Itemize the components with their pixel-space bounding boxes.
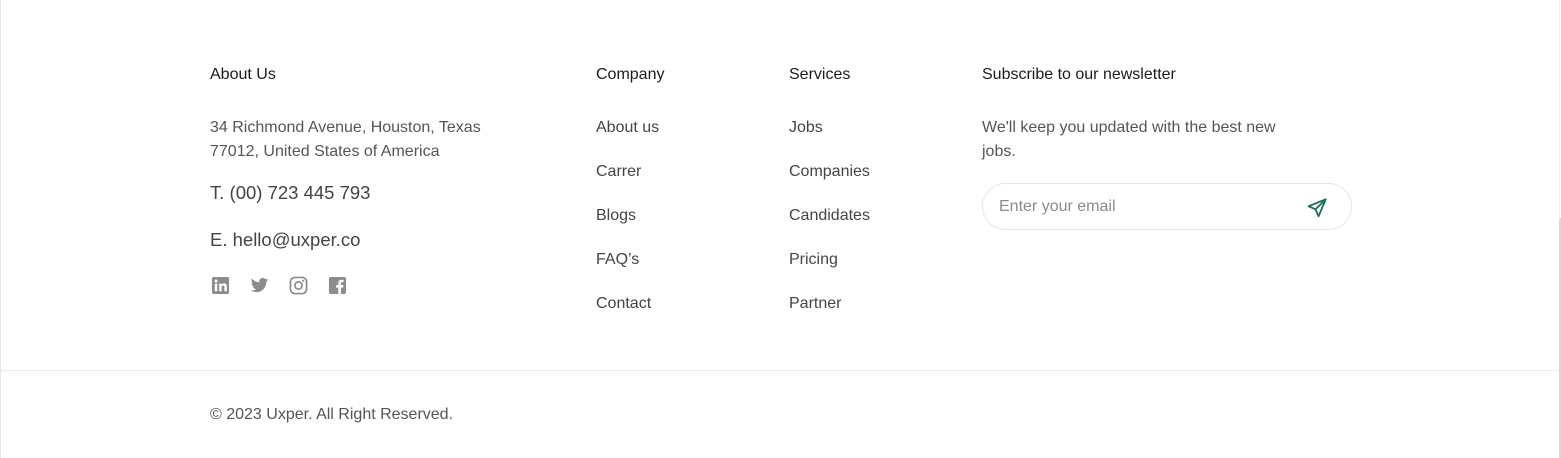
company-link-contact[interactable]: Contact — [596, 294, 756, 314]
company-link-about-us[interactable]: About us — [596, 118, 756, 138]
newsletter-form — [982, 183, 1352, 230]
about-column: About Us 34 Richmond Avenue, Houston, Te… — [210, 66, 540, 295]
twitter-icon[interactable] — [249, 275, 269, 295]
newsletter-heading: Subscribe to our newsletter — [982, 66, 1176, 83]
services-links: Jobs Companies Candidates Pricing Partne… — [789, 118, 959, 314]
services-column: Services Jobs Companies Candidates Prici… — [789, 66, 959, 338]
services-link-pricing[interactable]: Pricing — [789, 250, 959, 270]
company-links: About us Carrer Blogs FAQ’s Contact — [596, 118, 756, 314]
company-link-carrer[interactable]: Carrer — [596, 162, 756, 182]
newsletter-column: Subscribe to our newsletter We'll keep y… — [982, 66, 1354, 230]
address-text: 34 Richmond Avenue, Houston, Texas 77012… — [210, 119, 481, 160]
newsletter-description: We'll keep you updated with the best new… — [982, 119, 1276, 160]
page-border-left — [0, 0, 1, 458]
social-links — [210, 275, 540, 295]
phone-text[interactable]: T. (00) 723 445 793 — [210, 180, 540, 206]
copyright-text: © 2023 Uxper. All Right Reserved. — [210, 406, 454, 423]
services-link-jobs[interactable]: Jobs — [789, 118, 959, 138]
about-heading: About Us — [210, 66, 276, 83]
services-link-partner[interactable]: Partner — [789, 294, 959, 314]
company-heading: Company — [596, 66, 665, 83]
company-link-faqs[interactable]: FAQ’s — [596, 250, 756, 270]
footer-divider — [1, 370, 1559, 371]
services-link-companies[interactable]: Companies — [789, 162, 959, 182]
instagram-icon[interactable] — [288, 275, 308, 295]
send-icon[interactable] — [1305, 197, 1329, 219]
linkedin-icon[interactable] — [210, 275, 230, 295]
email-text[interactable]: E. hello@uxper.co — [210, 227, 540, 253]
company-link-blogs[interactable]: Blogs — [596, 206, 756, 226]
email-input[interactable] — [999, 184, 1289, 229]
services-link-candidates[interactable]: Candidates — [789, 206, 959, 226]
services-heading: Services — [789, 66, 851, 83]
facebook-icon[interactable] — [327, 275, 347, 295]
company-column: Company About us Carrer Blogs FAQ’s Cont… — [596, 66, 756, 338]
